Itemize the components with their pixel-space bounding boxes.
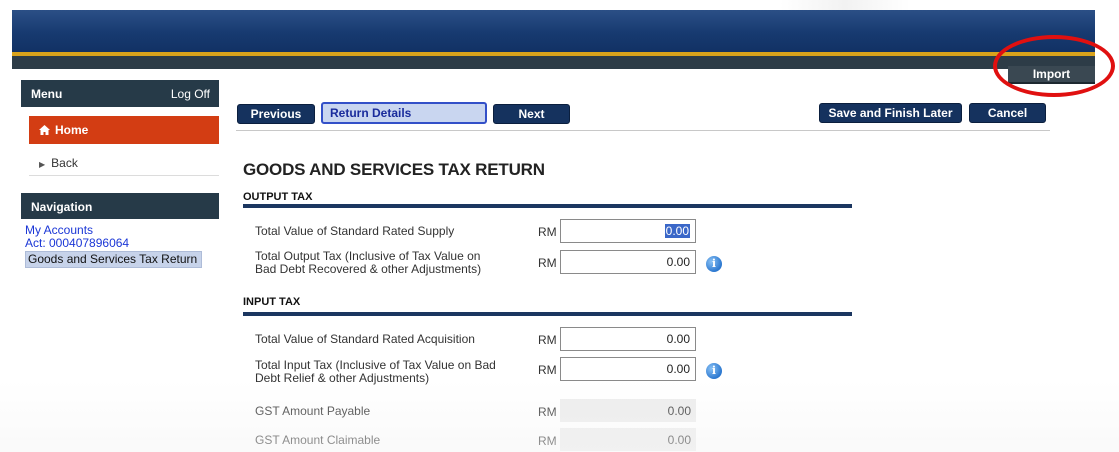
input-tax-label: Total Input Tax (Inclusive of Tax Value …: [255, 359, 496, 385]
sidebar-menu-bar: Menu Log Off: [21, 80, 219, 107]
output-tax-heading: OUTPUT TAX: [243, 191, 313, 203]
currency-label: RM: [538, 405, 557, 419]
previous-button[interactable]: Previous: [237, 104, 315, 124]
output-tax-field[interactable]: 0.00: [560, 250, 696, 274]
next-button[interactable]: Next: [493, 104, 570, 124]
currency-label: RM: [538, 363, 557, 377]
save-and-finish-later-button[interactable]: Save and Finish Later: [819, 103, 962, 123]
gst-payable-value: 0.00: [560, 399, 696, 422]
sidebar-item-home[interactable]: Home: [29, 116, 219, 144]
page-title: GOODS AND SERVICES TAX RETURN: [243, 160, 545, 179]
toolbar-divider: [236, 130, 1050, 131]
navigation-links: My Accounts Act: 000407896064 Goods and …: [25, 224, 203, 268]
gst-claimable-label: GST Amount Claimable: [255, 433, 381, 447]
standard-supply-field[interactable]: 0.00: [560, 219, 696, 243]
nav-link-account[interactable]: Act: 000407896064: [25, 237, 202, 250]
output-tax-rule: [243, 204, 852, 208]
sidebar-item-back[interactable]: ▶ Back: [29, 149, 219, 176]
standard-supply-label: Total Value of Standard Rated Supply: [255, 224, 455, 238]
standard-supply-value: 0.00: [664, 224, 690, 238]
header-dark-stripe: [12, 56, 1095, 69]
currency-label: RM: [538, 225, 557, 239]
gst-claimable-value: 0.00: [560, 428, 696, 451]
input-tax-field[interactable]: 0.00: [560, 357, 696, 381]
menu-label: Menu: [31, 87, 63, 101]
info-icon[interactable]: i: [706, 256, 722, 272]
back-label: Back: [51, 156, 78, 170]
logoff-link[interactable]: Log Off: [171, 87, 210, 101]
nav-current-page[interactable]: Goods and Services Tax Return: [25, 251, 203, 268]
annotation-circle: [993, 35, 1115, 97]
home-icon: [39, 125, 50, 135]
sidebar-navigation-bar: Navigation: [21, 193, 219, 219]
input-tax-heading: INPUT TAX: [243, 296, 301, 308]
cancel-button[interactable]: Cancel: [969, 103, 1046, 123]
step-selector[interactable]: Return Details: [321, 102, 487, 124]
input-tax-rule: [243, 312, 852, 316]
home-label: Home: [55, 123, 89, 137]
currency-label: RM: [538, 434, 557, 448]
gst-payable-label: GST Amount Payable: [255, 404, 371, 418]
input-tax-label-line-2: Debt Relief & other Adjustments): [255, 371, 430, 385]
standard-acquisition-field[interactable]: 0.00: [560, 327, 696, 351]
currency-label: RM: [538, 333, 557, 347]
banner-glare: [780, 0, 910, 10]
output-tax-label: Total Output Tax (Inclusive of Tax Value…: [255, 250, 481, 276]
currency-label: RM: [538, 256, 557, 270]
standard-acquisition-label: Total Value of Standard Rated Acquisitio…: [255, 332, 475, 346]
chevron-right-icon: ▶: [39, 160, 46, 169]
gst-return-page: Import Menu Log Off Home ▶ Back Navigatio…: [0, 0, 1119, 452]
output-tax-label-line-2: Bad Debt Recovered & other Adjustments): [255, 262, 482, 276]
info-icon[interactable]: i: [706, 363, 722, 379]
